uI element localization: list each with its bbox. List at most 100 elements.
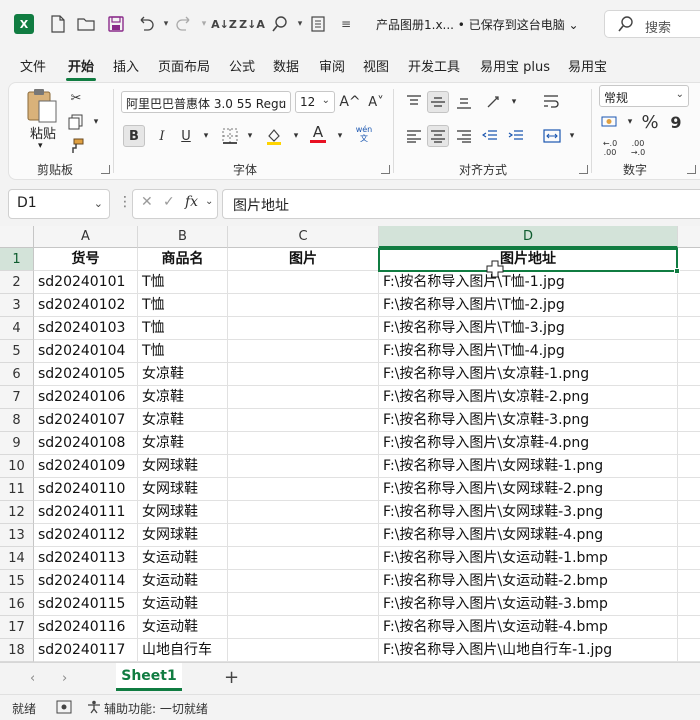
paste-icon[interactable] (25, 87, 61, 127)
table-cell[interactable]: sd20240117 (34, 639, 138, 662)
table-cell[interactable] (228, 501, 379, 524)
header-cell[interactable]: 商品名 (138, 248, 228, 271)
merge-dropdown-icon[interactable]: ▾ (561, 125, 583, 147)
accessibility-status[interactable]: 辅助功能: 一切就绪 (104, 700, 208, 717)
italic-button[interactable]: I (151, 125, 173, 147)
table-cell[interactable]: F:\按名称导入图片\T恤-3.jpg (379, 317, 678, 340)
row-header[interactable]: 17 (0, 616, 34, 639)
table-cell[interactable]: sd20240110 (34, 478, 138, 501)
next-sheet-icon[interactable]: › (62, 671, 67, 686)
spreadsheet-grid[interactable]: A B C D 1 货号 商品名 图片 图片地址 2 sd20240101 T恤 F:\按名称导… (0, 226, 700, 662)
table-cell[interactable]: F:\按名称导入图片\T恤-4.jpg (379, 340, 678, 363)
table-cell[interactable] (228, 639, 379, 662)
table-cell[interactable]: sd20240113 (34, 547, 138, 570)
table-cell[interactable]: F:\按名称导入图片\女凉鞋-1.png (379, 363, 678, 386)
paste-button[interactable]: 粘贴 (30, 123, 56, 142)
table-cell[interactable]: sd20240105 (34, 363, 138, 386)
borders-icon[interactable] (219, 125, 241, 147)
save-icon[interactable] (104, 12, 128, 36)
fill-handle[interactable] (674, 268, 680, 274)
table-cell[interactable] (678, 455, 700, 478)
table-cell[interactable]: 女网球鞋 (138, 501, 228, 524)
header-cell[interactable]: 图片地址 (379, 248, 678, 271)
tab-page-layout[interactable]: 页面布局 (158, 56, 210, 75)
table-cell[interactable]: T恤 (138, 317, 228, 340)
sort-ascending-icon[interactable]: A↓Z (211, 12, 237, 36)
table-cell[interactable]: 女凉鞋 (138, 363, 228, 386)
table-cell[interactable]: F:\按名称导入图片\山地自行车-1.jpg (379, 639, 678, 662)
table-cell[interactable]: F:\按名称导入图片\女网球鞋-1.png (379, 455, 678, 478)
borders-dropdown-icon[interactable]: ▾ (239, 125, 261, 147)
fill-color-icon[interactable] (263, 125, 285, 147)
grow-font-icon[interactable]: A^ (339, 91, 361, 113)
percent-style-icon[interactable]: % (639, 111, 661, 133)
new-file-icon[interactable] (46, 12, 70, 36)
accounting-dropdown-icon[interactable]: ▾ (619, 111, 641, 133)
table-cell[interactable] (228, 432, 379, 455)
orientation-icon[interactable] (483, 91, 505, 113)
table-cell[interactable] (678, 340, 700, 363)
row-header[interactable]: 11 (0, 478, 34, 501)
orientation-dropdown-icon[interactable]: ▾ (503, 91, 525, 113)
row-header[interactable]: 8 (0, 409, 34, 432)
clipboard-launcher-icon[interactable] (101, 165, 110, 174)
row-header[interactable]: 15 (0, 570, 34, 593)
alignment-launcher-icon[interactable] (579, 165, 588, 174)
copy-dropdown-icon[interactable]: ▾ (85, 111, 107, 133)
confirm-edit-icon[interactable]: ✓ (163, 194, 175, 210)
table-cell[interactable]: T恤 (138, 294, 228, 317)
cancel-edit-icon[interactable]: ✕ (141, 194, 153, 210)
number-launcher-icon[interactable] (687, 165, 696, 174)
tab-review[interactable]: 审阅 (319, 56, 345, 75)
add-sheet-icon[interactable]: + (224, 667, 239, 688)
macro-record-icon[interactable] (56, 700, 72, 717)
table-cell[interactable]: sd20240101 (34, 271, 138, 294)
bold-button[interactable]: B (123, 125, 145, 147)
table-cell[interactable] (228, 478, 379, 501)
table-cell[interactable] (678, 432, 700, 455)
table-cell[interactable]: sd20240109 (34, 455, 138, 478)
table-cell[interactable]: 女网球鞋 (138, 455, 228, 478)
row-header[interactable]: 12 (0, 501, 34, 524)
table-cell[interactable]: sd20240103 (34, 317, 138, 340)
align-top-icon[interactable] (403, 91, 425, 113)
table-cell[interactable]: F:\按名称导入图片\T恤-2.jpg (379, 294, 678, 317)
comma-style-icon[interactable]: 9 (665, 111, 687, 133)
merge-center-icon[interactable] (541, 125, 563, 147)
header-cell[interactable]: 货号 (34, 248, 138, 271)
decrease-indent-icon[interactable] (479, 125, 501, 147)
tab-formulas[interactable]: 公式 (229, 56, 255, 75)
table-cell[interactable]: sd20240102 (34, 294, 138, 317)
table-cell[interactable] (228, 593, 379, 616)
increase-decimal-icon[interactable]: ←.0.00 (599, 137, 621, 159)
table-cell[interactable] (678, 501, 700, 524)
table-cell[interactable]: T恤 (138, 271, 228, 294)
table-cell[interactable] (678, 271, 700, 294)
table-cell[interactable]: sd20240114 (34, 570, 138, 593)
underline-dropdown-icon[interactable]: ▾ (195, 125, 217, 147)
row-header[interactable]: 16 (0, 593, 34, 616)
table-cell[interactable]: F:\按名称导入图片\女运动鞋-4.bmp (379, 616, 678, 639)
tab-view[interactable]: 视图 (363, 56, 389, 75)
table-cell[interactable] (228, 547, 379, 570)
previous-sheet-icon[interactable]: ‹ (30, 671, 35, 686)
table-cell[interactable]: F:\按名称导入图片\女运动鞋-3.bmp (379, 593, 678, 616)
row-header[interactable]: 18 (0, 639, 34, 662)
table-cell[interactable] (678, 409, 700, 432)
tab-easyuse[interactable]: 易用宝 (568, 56, 607, 75)
table-cell[interactable]: sd20240115 (34, 593, 138, 616)
column-header-b[interactable]: B (138, 226, 228, 248)
table-cell[interactable]: F:\按名称导入图片\女网球鞋-3.png (379, 501, 678, 524)
sort-descending-icon[interactable]: Z↓A (239, 12, 265, 36)
search-input[interactable]: 搜索 (604, 10, 700, 38)
font-launcher-icon[interactable] (381, 165, 390, 174)
table-cell[interactable]: 女网球鞋 (138, 478, 228, 501)
select-all-corner[interactable] (0, 226, 34, 248)
table-cell[interactable] (228, 363, 379, 386)
table-cell[interactable]: sd20240108 (34, 432, 138, 455)
accessibility-icon[interactable] (86, 700, 102, 717)
tab-home[interactable]: 开始 (68, 56, 94, 75)
align-left-icon[interactable] (403, 125, 425, 147)
paste-dropdown-icon[interactable]: ▾ (38, 141, 43, 151)
table-cell[interactable]: sd20240116 (34, 616, 138, 639)
